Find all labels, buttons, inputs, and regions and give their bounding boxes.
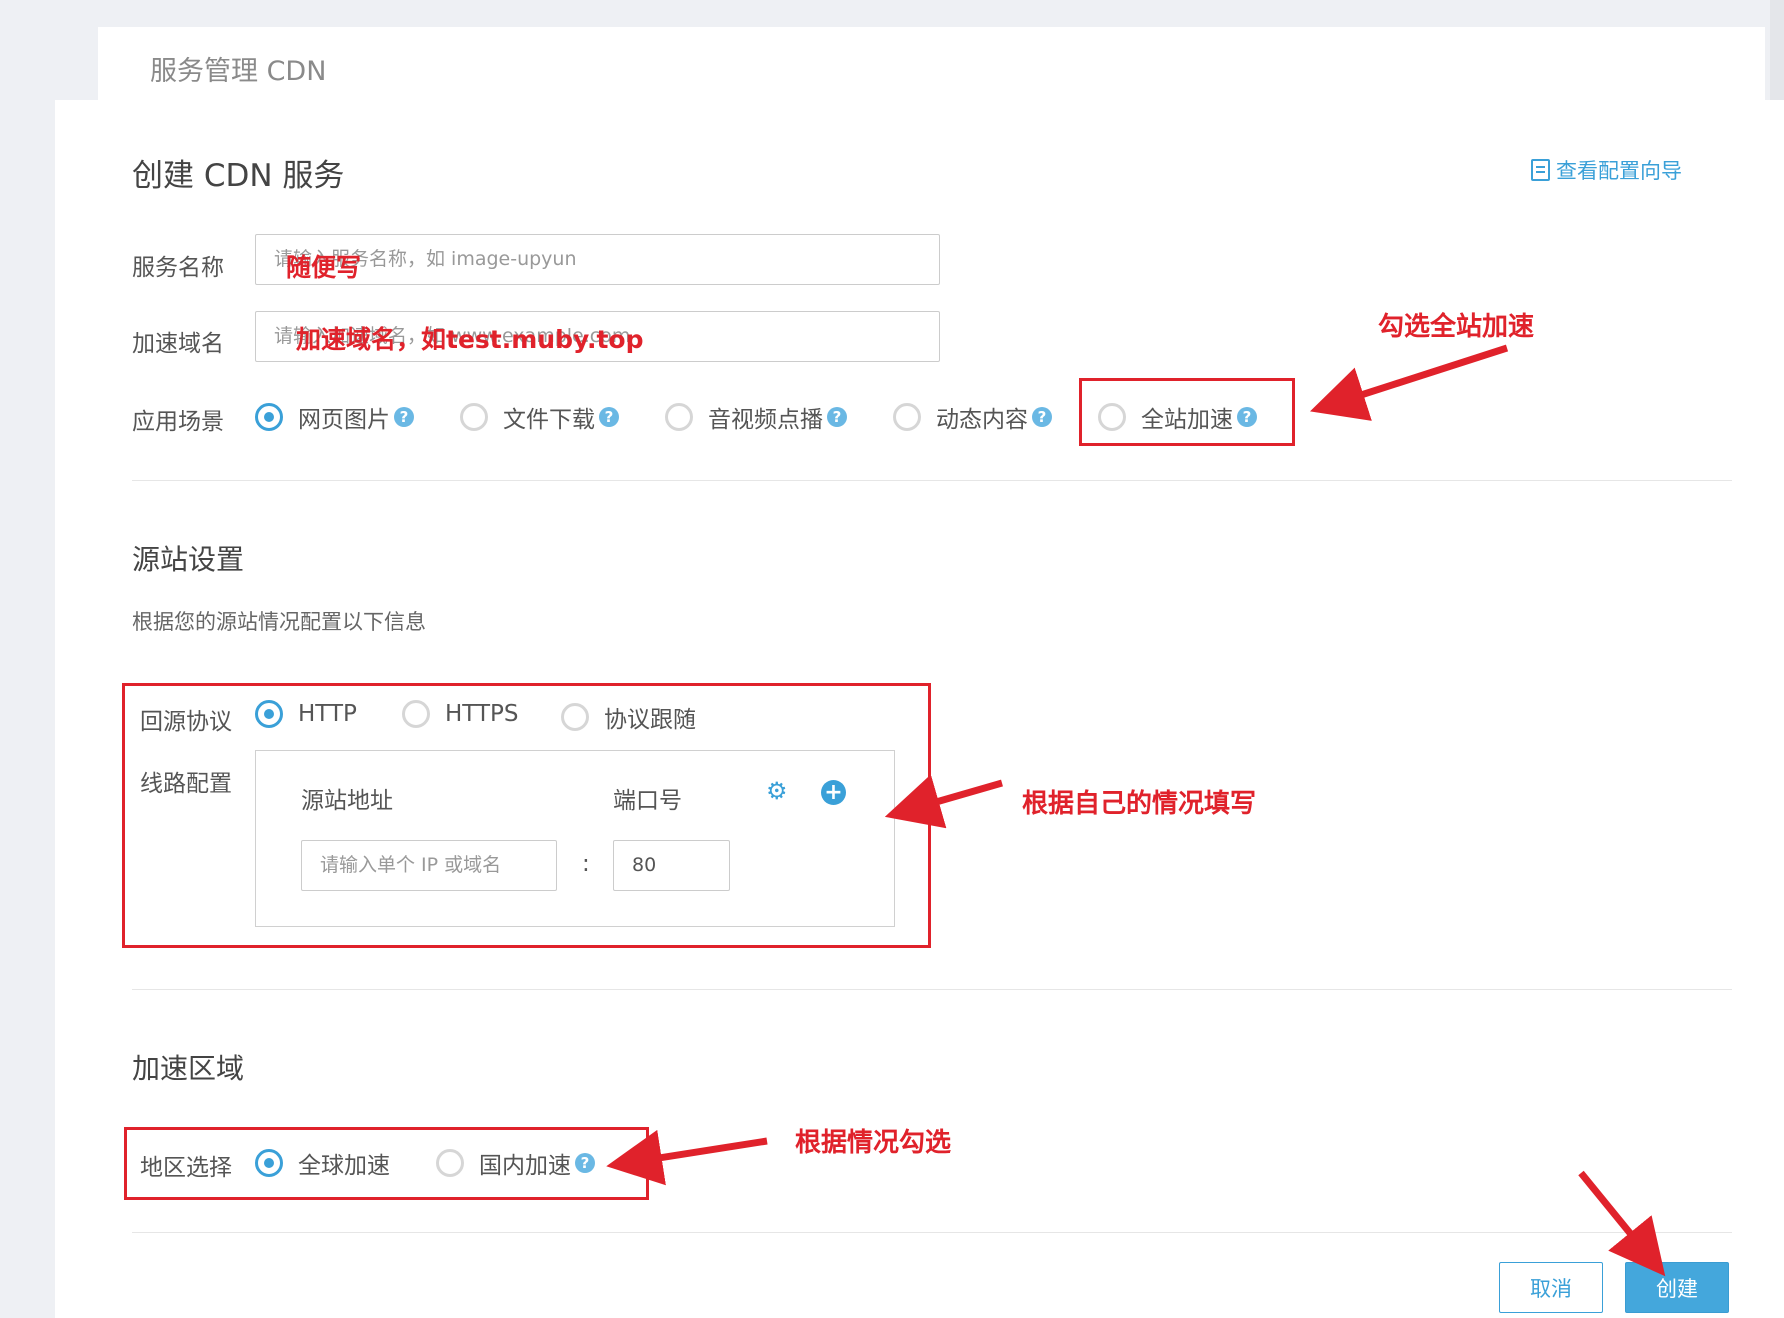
annotation-full-site: 勾选全站加速 — [1378, 312, 1535, 342]
annotation-origin: 根据自己的情况填写 — [1022, 789, 1257, 819]
annotation-region: 根据情况勾选 — [795, 1128, 952, 1158]
create-button[interactable]: 创建 — [1625, 1262, 1729, 1313]
help-icon[interactable]: ? — [599, 407, 619, 427]
scenario-label: 应用场景 — [132, 409, 224, 435]
divider — [132, 480, 1732, 481]
cancel-button[interactable]: 取消 — [1499, 1262, 1603, 1313]
radio-icon[interactable] — [460, 403, 488, 431]
breadcrumb-bar: 服务管理 CDN — [98, 27, 1765, 100]
help-icon[interactable]: ? — [394, 407, 414, 427]
service-name-label: 服务名称 — [132, 255, 224, 281]
radio-selected-icon[interactable] — [255, 403, 283, 431]
document-icon — [1531, 159, 1550, 181]
scenario-option-label: 网页图片 — [298, 407, 390, 433]
scenario-option-file-download[interactable]: 文件下载 ? — [460, 400, 619, 434]
help-icon[interactable]: ? — [1032, 407, 1052, 427]
radio-icon[interactable] — [893, 403, 921, 431]
annotation-domain: 加速域名，如test.muby.top — [296, 325, 644, 354]
scenario-option-dynamic-content[interactable]: 动态内容 ? — [893, 400, 1052, 434]
page-title: 创建 CDN 服务 — [132, 158, 345, 194]
breadcrumb: 服务管理 CDN — [150, 56, 327, 87]
help-icon[interactable]: ? — [827, 407, 847, 427]
divider — [132, 989, 1732, 990]
highlight-region — [124, 1127, 649, 1200]
origin-section-title: 源站设置 — [132, 543, 245, 576]
config-guide-link[interactable]: 查看配置向导 — [1531, 155, 1682, 185]
highlight-full-site — [1079, 378, 1295, 446]
scenario-option-label: 动态内容 — [936, 407, 1028, 433]
divider — [132, 1232, 1732, 1233]
scenario-option-label: 文件下载 — [503, 407, 595, 433]
domain-label: 加速域名 — [132, 331, 224, 357]
scenario-option-label: 音视频点播 — [708, 407, 823, 433]
scenario-option-web-images[interactable]: 网页图片 ? — [255, 400, 414, 434]
config-guide-label: 查看配置向导 — [1556, 159, 1682, 183]
annotation-service-name: 随便写 — [286, 253, 362, 282]
origin-description: 根据您的源站情况配置以下信息 — [132, 610, 426, 634]
region-section-title: 加速区域 — [132, 1052, 245, 1085]
radio-icon[interactable] — [665, 403, 693, 431]
scenario-option-video-on-demand[interactable]: 音视频点播 ? — [665, 400, 847, 434]
highlight-origin-settings — [122, 683, 931, 948]
